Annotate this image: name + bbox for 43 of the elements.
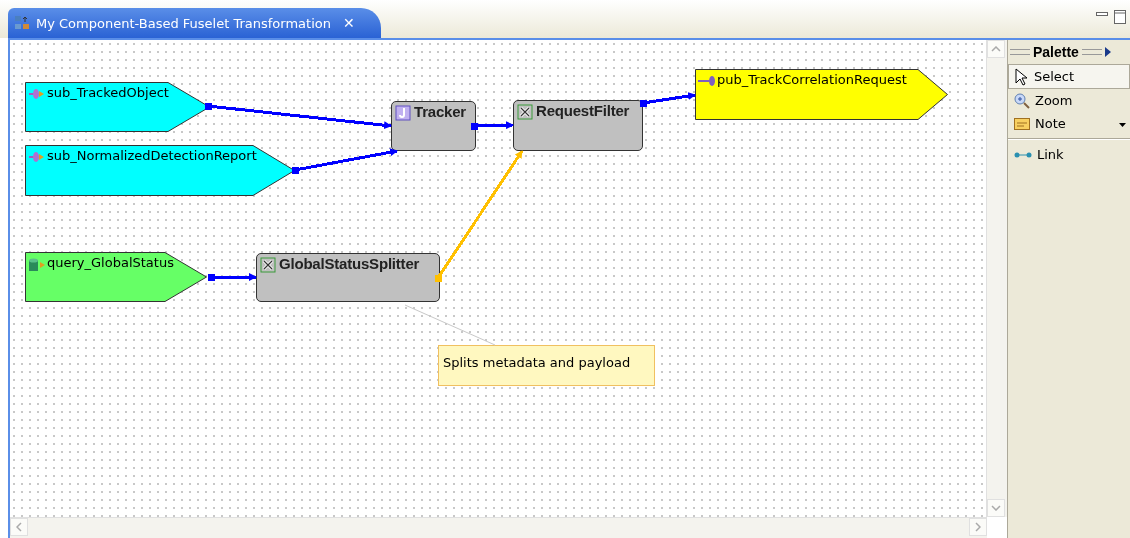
plug-icon — [698, 75, 718, 87]
grip-icon — [1081, 48, 1102, 56]
node-label: GlobalStatusSplitter — [279, 255, 420, 272]
maximize-icon[interactable] — [1114, 10, 1126, 24]
link-connector[interactable] — [208, 273, 257, 281]
link-connector[interactable] — [471, 121, 514, 130]
node-label: sub_NormalizedDetectionReport — [47, 148, 257, 163]
note-text: Splits metadata and payload — [443, 355, 631, 370]
palette-item[interactable]: Zoom — [1008, 89, 1130, 112]
diagram-icon — [14, 15, 30, 31]
node-label: Tracker — [414, 103, 466, 120]
component-node[interactable]: Tracker — [391, 101, 476, 151]
component-node[interactable]: GlobalStatusSplitter — [256, 253, 440, 302]
grip-icon — [1010, 48, 1030, 56]
query-node[interactable]: query_GlobalStatus — [25, 252, 207, 302]
palette-item[interactable]: Select — [1008, 64, 1130, 89]
node-label: pub_TrackCorrelationRequest — [717, 72, 907, 87]
component-node[interactable]: RequestFilter — [513, 100, 643, 151]
component-icon — [395, 105, 411, 121]
expand-arrow-icon[interactable] — [1104, 47, 1111, 57]
node-label: RequestFilter — [536, 102, 630, 119]
node-label: query_GlobalStatus — [47, 255, 174, 270]
subscriber-node[interactable]: sub_NormalizedDetectionReport — [25, 145, 295, 196]
diagram-canvas[interactable]: sub_TrackedObject sub_NormalizedDetectionReport query_GlobalStatus Tracker RequestFilter GlobalStatusSplitter pub_TrackCorrelationRequest Splits metadata and payload — [10, 40, 986, 517]
tab-title: My Component-Based Fuselet Transformation — [36, 15, 331, 31]
link-connector[interactable] — [640, 92, 696, 107]
magnifier-icon — [1014, 92, 1030, 109]
palette-item[interactable]: Link — [1008, 143, 1130, 166]
link-icon — [1014, 150, 1032, 159]
editor-tab[interactable]: My Component-Based Fuselet Transformation ✕ — [8, 8, 381, 38]
component-icon — [260, 257, 276, 273]
note[interactable]: Splits metadata and payload — [438, 345, 655, 386]
cursor-icon — [1015, 67, 1029, 86]
publisher-node[interactable]: pub_TrackCorrelationRequest — [695, 69, 948, 120]
link-connector[interactable] — [292, 148, 398, 174]
link-connector[interactable] — [205, 103, 392, 130]
dropdown-caret-icon[interactable] — [1119, 123, 1126, 127]
node-label: sub_TrackedObject — [47, 85, 169, 100]
component-icon — [517, 104, 533, 120]
palette-item[interactable]: Note — [1008, 112, 1130, 135]
palette-title: Palette — [1033, 44, 1079, 60]
close-button[interactable]: ✕ — [342, 15, 355, 31]
note-icon — [1014, 117, 1030, 130]
